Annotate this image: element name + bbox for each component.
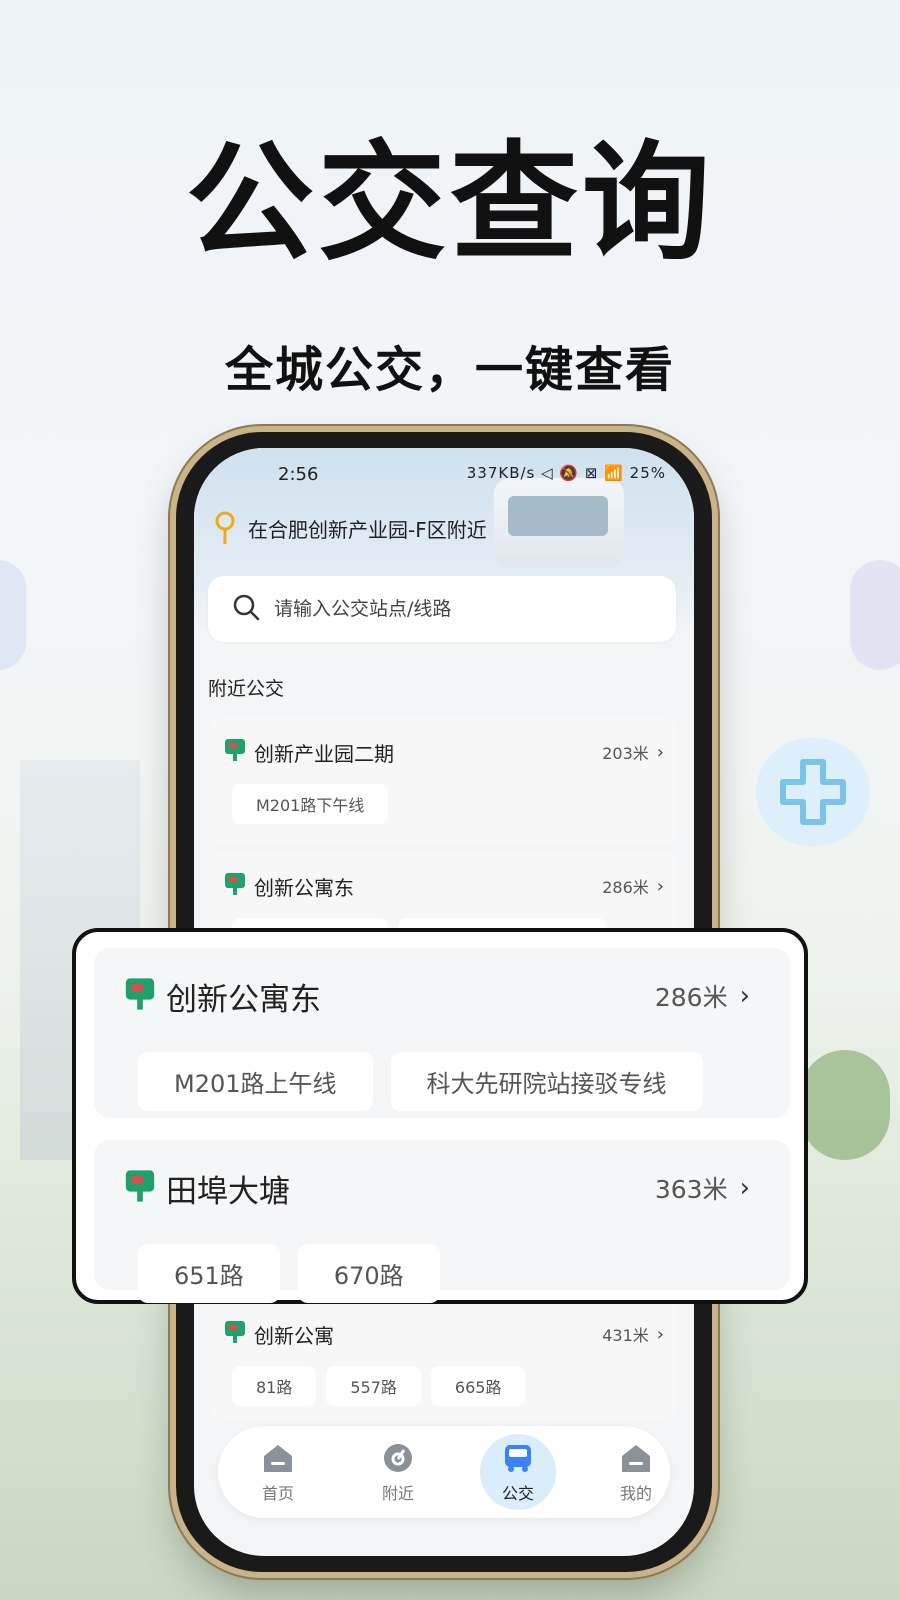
home-icon: [264, 1445, 292, 1472]
chevron-right-icon: ›: [739, 1173, 750, 1203]
route-chip[interactable]: M201路上午线: [138, 1052, 373, 1111]
bus-stop-icon: [224, 872, 246, 900]
station-name: 创新产业园二期: [254, 741, 394, 766]
status-bar: 2:56 337KB/s ◁ 🔕 ⊠ 📶 25%: [194, 460, 694, 494]
station-name: 创新公寓东: [166, 981, 321, 1018]
medical-cross-icon: [780, 759, 846, 825]
route-chip[interactable]: 651路: [138, 1244, 280, 1303]
bus-stop-icon: [124, 1169, 156, 1207]
route-chip[interactable]: 665路: [430, 1366, 526, 1406]
chevron-right-icon: ›: [656, 741, 664, 763]
hero-subtitle: 全城公交，一键查看: [224, 342, 675, 398]
station-card[interactable]: 创新公寓 431米 › 81路 557路 665路: [208, 1300, 678, 1418]
bus-icon: [505, 1445, 531, 1472]
profile-icon: [622, 1445, 650, 1472]
location-text: 在合肥创新产业园-F区附近: [248, 517, 487, 542]
status-time: 2:56: [278, 464, 319, 485]
station-name: 创新公寓东: [254, 875, 354, 900]
station-distance[interactable]: 203米 ›: [602, 740, 664, 764]
station-name: 创新公寓: [254, 1323, 334, 1348]
chevron-right-icon: ›: [739, 981, 750, 1011]
station-distance[interactable]: 286米 ›: [602, 874, 664, 898]
distance-value: 203米: [602, 744, 649, 763]
distance-value: 431米: [602, 1326, 649, 1345]
route-chip[interactable]: 科大先研院站接驳专线: [390, 1052, 703, 1111]
tab-label: 我的: [619, 1484, 652, 1503]
bus-stop-icon: [224, 738, 246, 766]
tab-label: 公交: [501, 1484, 534, 1503]
chevron-right-icon: ›: [656, 1323, 664, 1345]
route-chip[interactable]: 557路: [326, 1366, 421, 1406]
tab-nearby[interactable]: 附近: [360, 1434, 436, 1510]
station-card-zoomed[interactable]: 田埠大塘 363米 › 651路 670路: [94, 1140, 790, 1303]
tree-decoration: [800, 1050, 890, 1160]
chevron-right-icon: ›: [656, 875, 664, 897]
search-bar[interactable]: [208, 576, 676, 642]
nearby-section-title: 附近公交: [208, 678, 285, 700]
nearby-icon: [384, 1444, 412, 1472]
search-input[interactable]: [272, 597, 636, 621]
status-indicators: 337KB/s ◁ 🔕 ⊠ 📶 25%: [466, 464, 666, 482]
tab-bus[interactable]: 公交: [480, 1434, 556, 1510]
tab-profile[interactable]: 我的: [598, 1434, 674, 1510]
bottom-tab-bar: 首页 附近 公交 我的: [218, 1426, 670, 1518]
right-blob-decoration: [850, 560, 900, 670]
tab-home[interactable]: 首页: [240, 1434, 316, 1510]
left-blob-decoration: [0, 560, 26, 670]
station-card-zoomed[interactable]: 创新公寓东 286米 › M201路上午线 科大先研院站接驳专线: [94, 948, 790, 1118]
tab-label: 首页: [261, 1484, 294, 1503]
station-distance[interactable]: 363米 ›: [655, 1170, 750, 1206]
route-chip[interactable]: M201路下午线: [232, 784, 389, 824]
station-distance[interactable]: 286米 ›: [655, 978, 750, 1014]
location-bar[interactable]: 在合肥创新产业园-F区附近: [214, 508, 487, 548]
station-name: 田埠大塘: [166, 1173, 290, 1210]
hero-title: 公交查询: [185, 129, 714, 278]
distance-value: 286米: [602, 878, 649, 897]
location-pin-icon: [214, 511, 236, 545]
station-card[interactable]: 创新产业园二期 203米 › M201路下午线: [208, 718, 678, 846]
route-chip[interactable]: 81路: [232, 1366, 317, 1406]
medical-cross-bubble: [756, 738, 870, 846]
search-icon: [232, 593, 260, 625]
bus-stop-icon: [124, 977, 156, 1015]
zoomed-station-list: 创新公寓东 286米 › M201路上午线 科大先研院站接驳专线 田埠大塘 36…: [72, 928, 808, 1304]
station-distance[interactable]: 431米 ›: [602, 1322, 664, 1346]
bus-stop-icon: [224, 1320, 246, 1348]
distance-value: 286米: [654, 983, 728, 1012]
route-chip[interactable]: 670路: [297, 1244, 440, 1303]
distance-value: 363米: [654, 1175, 728, 1204]
tab-label: 附近: [381, 1484, 414, 1503]
